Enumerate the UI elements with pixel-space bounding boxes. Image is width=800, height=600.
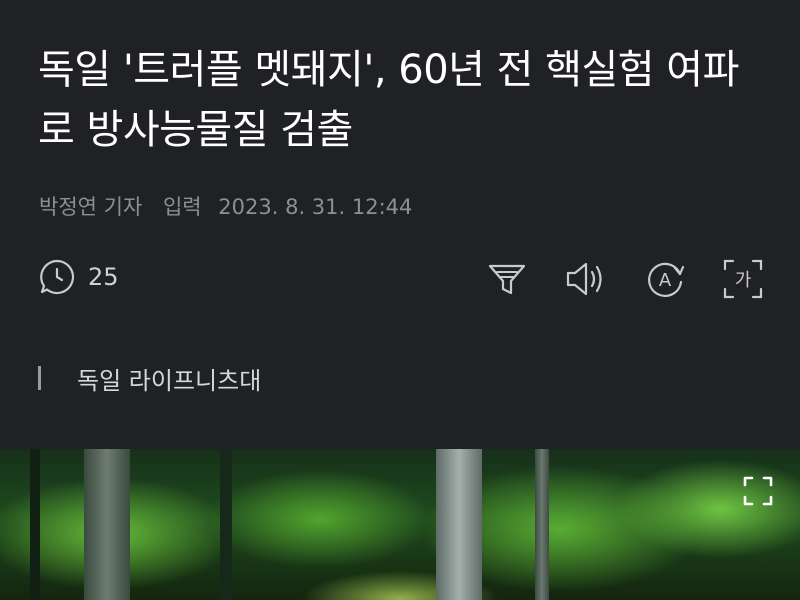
tree-trunk [220, 449, 232, 600]
article-subtitle: 독일 라이프니츠대 [38, 360, 261, 396]
comments-button[interactable]: 25 [38, 258, 119, 296]
translate-button[interactable]: A [644, 258, 686, 300]
translate-glyph: A [659, 270, 672, 291]
publish-timestamp: 2023. 8. 31. 12:44 [218, 195, 413, 219]
tree-trunk [30, 449, 40, 600]
subtitle-text: 독일 라이프니츠대 [77, 366, 262, 395]
expand-icon [742, 476, 774, 511]
translate-icon: A [644, 258, 686, 300]
font-size-glyph: 가 [735, 270, 752, 291]
reporter-name: 박정연 기자 [39, 195, 143, 219]
filter-icon [486, 258, 528, 300]
article-headline: 독일 '트러플 멧돼지', 60년 전 핵실험 여파로 방사능물질 검출 [38, 47, 739, 153]
font-size-icon: 가 [722, 258, 764, 300]
article-photo[interactable] [0, 449, 800, 600]
filter-button[interactable] [486, 258, 528, 300]
byline: 박정연 기자 입력 2023. 8. 31. 12:44 [39, 191, 422, 221]
input-label: 입력 [162, 195, 202, 219]
font-size-button[interactable]: 가 [722, 258, 764, 300]
comment-icon [38, 258, 76, 296]
article-toolbar: 25 A 가 [0, 248, 800, 308]
listen-button[interactable] [564, 258, 606, 300]
tree-trunk [535, 449, 549, 600]
comment-count: 25 [88, 263, 119, 291]
expand-image-button[interactable] [742, 475, 774, 507]
tree-trunk [84, 449, 130, 600]
subtitle-bar [38, 366, 41, 390]
tree-trunk [436, 449, 482, 600]
speaker-icon [564, 258, 606, 300]
